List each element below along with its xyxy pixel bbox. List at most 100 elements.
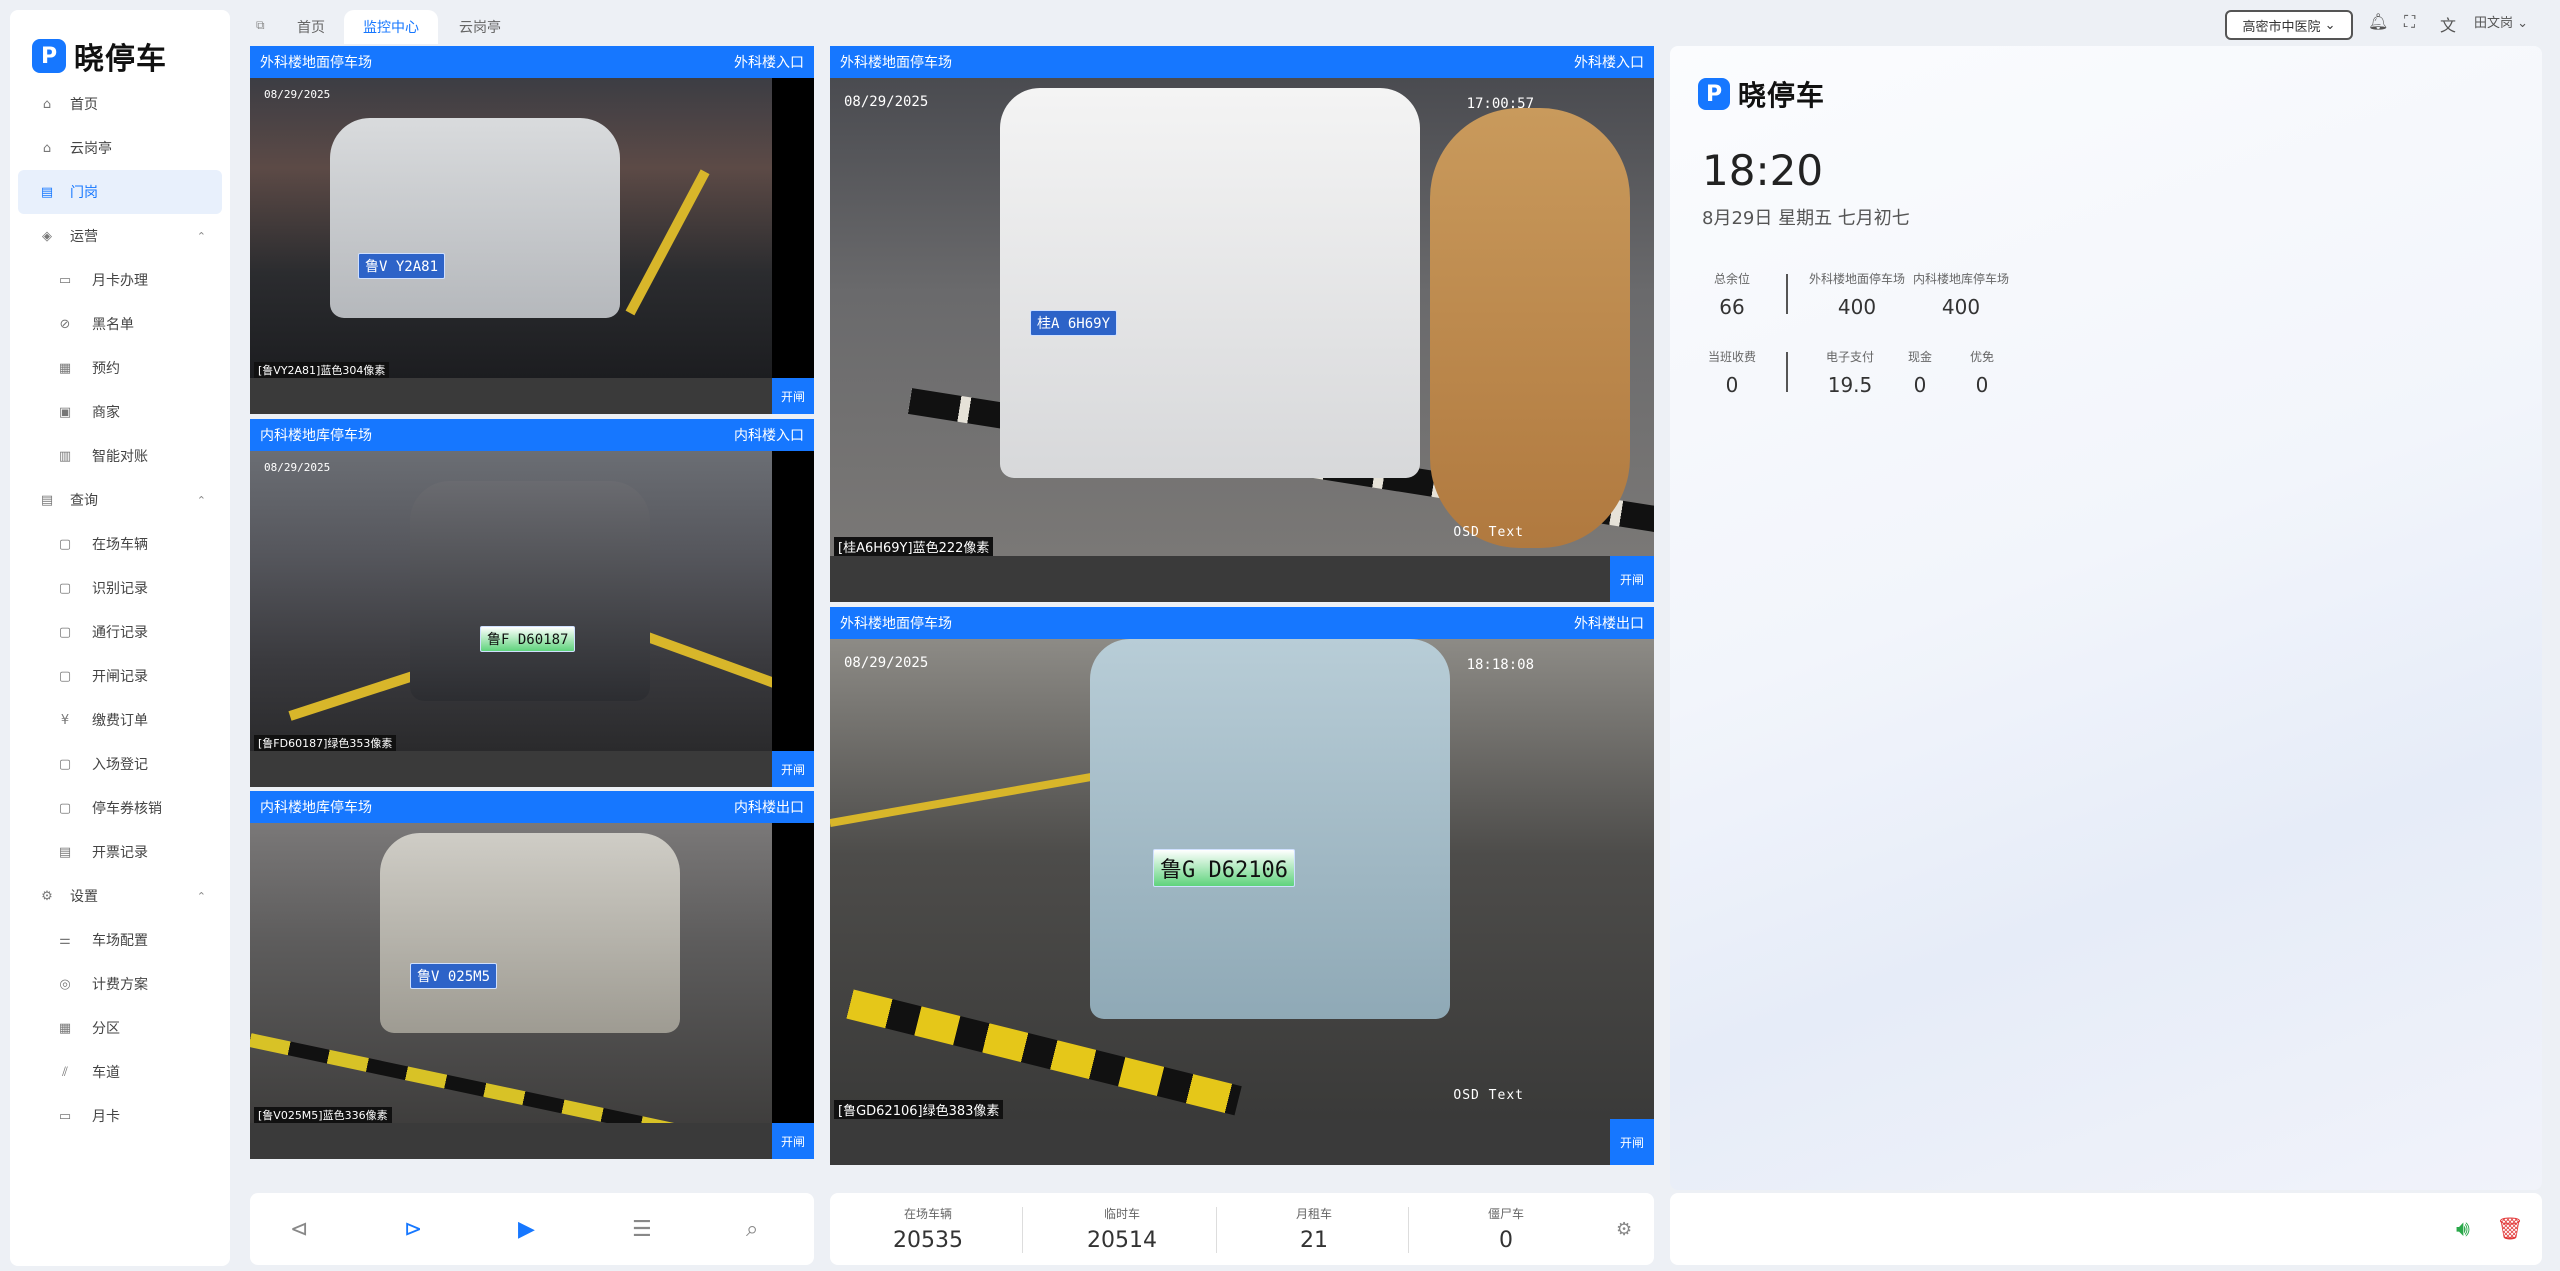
sidebar-item-barrier[interactable]: ▢ 开闸记录 [18, 654, 222, 698]
stat-cash: 现金 0 [1898, 348, 1942, 397]
sidebar-item-settings[interactable]: ⚙ 设置 ⌃ [18, 874, 222, 918]
chevron-up-icon[interactable]: ⌃ [197, 890, 206, 903]
sidebar-item-kiosk[interactable]: ⌂ 云岗亭 [18, 126, 222, 170]
gear-icon[interactable]: ⚙ [1616, 1219, 1632, 1240]
camera-view: 鲁V Y2A81 08/29/2025 [鲁VY2A81]蓝色304像素 [250, 78, 814, 378]
brand-p-icon: P [1698, 78, 1730, 110]
open-barrier-button[interactable]: 开闸 [1610, 1119, 1654, 1165]
register-icon: ▢ [58, 756, 72, 772]
sidebar-item-label: 商家 [92, 405, 120, 421]
blacklist-icon: ⊘ [59, 316, 71, 332]
tab-monitor-center[interactable]: 监控中心 [344, 10, 438, 44]
settings-icon: ⚙ [41, 888, 53, 904]
sidebar-item-home[interactable]: ⌂ 首页 [18, 82, 222, 126]
count-zombie: 僵尸车 0 [1426, 1205, 1586, 1253]
sidebar-item-billing[interactable]: ◎ 计费方案 [18, 962, 222, 1006]
next-icon[interactable]: ⊳ [404, 1217, 422, 1242]
sidebar-item-passage[interactable]: ▢ 通行记录 [18, 610, 222, 654]
stat-surgery-lot: 外科楼地面停车场 400 [1804, 270, 1910, 319]
stat-value: 400 [1837, 295, 1877, 319]
sidebar-item-label: 月卡 [92, 1109, 120, 1125]
stat-label: 总余位 [1713, 272, 1750, 286]
fullscreen-icon[interactable]: ⛶ [2404, 12, 2415, 32]
sidebar-item-invoice[interactable]: ▤ 开票记录 [18, 830, 222, 874]
chevron-up-icon[interactable]: ⌃ [197, 230, 206, 243]
sidebar-item-card[interactable]: ▭ 月卡办理 [18, 258, 222, 302]
user-menu[interactable]: 田文岗 ⌄ [2474, 12, 2528, 31]
sidebar-item-vehicles[interactable]: ▢ 在场车辆 [18, 522, 222, 566]
camera-footer: 开闸 [830, 556, 1654, 602]
camera-date: 08/29/2025 [264, 461, 331, 474]
current-date: 8月29日 星期五 七月初七 [1702, 208, 1910, 229]
sidebar-item-zone[interactable]: ▦ 分区 [18, 1006, 222, 1050]
chevron-up-icon[interactable]: ⌃ [197, 494, 206, 507]
trash-icon[interactable]: 🗑︎ [2496, 1217, 2524, 1242]
tab-cloud-kiosk[interactable]: 云岗亭 [440, 10, 520, 44]
sidebar-item-reservation[interactable]: ▦ 预约 [18, 346, 222, 390]
sidebar-item-merchant[interactable]: ▣ 商家 [18, 390, 222, 434]
search-record-icon[interactable]: ⌕ [746, 1217, 758, 1242]
sidebar-item-query[interactable]: ▤ 查询 ⌃ [18, 478, 222, 522]
previous-icon[interactable]: ⊲ [290, 1217, 308, 1242]
sidebar-item-label: 查询 [70, 493, 98, 509]
camera-header: 外科楼地面停车场 外科楼入口 [830, 46, 1654, 78]
list-icon[interactable]: ☰ [632, 1217, 652, 1242]
sidebar-item-gate[interactable]: ▤ 门岗 [18, 170, 222, 214]
camera-panel-5: 外科楼地面停车场 外科楼出口 鲁G D62106 08/29/2025 18:1… [830, 607, 1654, 1165]
sidebar-item-label: 运营 [70, 229, 98, 245]
pages-icon[interactable]: ⧉ [256, 18, 265, 33]
bell-icon[interactable]: 🔔︎ [2368, 12, 2388, 31]
stat-value: 0 [1725, 373, 1739, 397]
reservation-icon: ▦ [58, 360, 72, 376]
count-value: 0 [1499, 1228, 1513, 1253]
camera-lot-name: 外科楼地面停车场 [840, 616, 952, 632]
stat-total-free: 总余位 66 [1706, 270, 1758, 319]
hospital-select[interactable]: 高密市中医院 ⌄ [2225, 10, 2353, 40]
camera-gate-name: 内科楼入口 [734, 428, 804, 444]
sidebar-item-recognition[interactable]: ▢ 识别记录 [18, 566, 222, 610]
camera-gate-name: 外科楼入口 [1574, 55, 1644, 71]
speaker-icon[interactable]: 🔊︎ [2456, 1217, 2470, 1242]
brand-name: 晓停车 [1738, 79, 1826, 112]
sidebar-item-monthly-card[interactable]: ▭ 月卡 [18, 1094, 222, 1138]
count-temporary: 临时车 20514 [1042, 1205, 1202, 1253]
sidebar-item-register[interactable]: ▢ 入场登记 [18, 742, 222, 786]
open-barrier-button[interactable]: 开闸 [1610, 556, 1654, 602]
sidebar-item-payment[interactable]: ¥ 缴费订单 [18, 698, 222, 742]
sidebar-item-label: 预约 [92, 361, 120, 377]
sidebar-item-reconcile[interactable]: ▥ 智能对账 [18, 434, 222, 478]
translate-icon[interactable]: 文 [2440, 12, 2456, 36]
camera-frame: 鲁V Y2A81 08/29/2025 [鲁VY2A81]蓝色304像素 [250, 78, 772, 378]
camera-footer: 开闸 [830, 1119, 1654, 1165]
sidebar-item-label: 通行记录 [92, 625, 148, 641]
sidebar-item-operations[interactable]: ◈ 运营 ⌃ [18, 214, 222, 258]
lot-config-icon: ⚌ [59, 932, 71, 948]
camera-frame: 鲁V 025M5 [鲁V025M5]蓝色336像素 [250, 823, 772, 1123]
open-barrier-button[interactable]: 开闸 [772, 751, 814, 787]
count-value: 21 [1300, 1228, 1328, 1253]
sidebar-item-lot-config[interactable]: ⚌ 车场配置 [18, 918, 222, 962]
license-plate: 桂A 6H69Y [1030, 310, 1118, 336]
sidebar-item-blacklist[interactable]: ⊘ 黑名单 [18, 302, 222, 346]
camera-frame: 鲁F D60187 08/29/2025 [鲁FD60187]绿色353像素 [250, 451, 772, 751]
open-barrier-button[interactable]: 开闸 [772, 378, 814, 414]
camera-caption: [鲁V025M5]蓝色336像素 [254, 1107, 392, 1123]
sidebar-item-label: 计费方案 [92, 977, 148, 993]
sidebar-item-label: 设置 [70, 889, 98, 905]
action-bar: 🔊︎ 🗑︎ [1670, 1193, 2542, 1265]
count-value: 20535 [893, 1228, 963, 1253]
barrier-icon: ▢ [58, 668, 72, 684]
sidebar-item-coupon[interactable]: ▢ 停车券核销 [18, 786, 222, 830]
tab-home[interactable]: 首页 [276, 10, 346, 44]
sidebar-item-label: 月卡办理 [92, 273, 148, 289]
sidebar-item-lane[interactable]: ⫽ 车道 [18, 1050, 222, 1094]
stat-label: 当班收费 [1707, 350, 1756, 364]
query-icon: ▤ [40, 492, 54, 508]
billing-icon: ◎ [59, 976, 71, 992]
camera-frame: 桂A 6H69Y 08/29/2025 17:00:57 OSD Text [桂… [830, 78, 1654, 556]
brand-logo: P 晓停车 [32, 28, 167, 84]
open-barrier-button[interactable]: 开闸 [772, 1123, 814, 1159]
count-in-lot: 在场车辆 20535 [848, 1205, 1008, 1253]
video-camera-icon[interactable]: ▶︎ [518, 1217, 535, 1242]
coupon-icon: ▢ [58, 800, 72, 816]
